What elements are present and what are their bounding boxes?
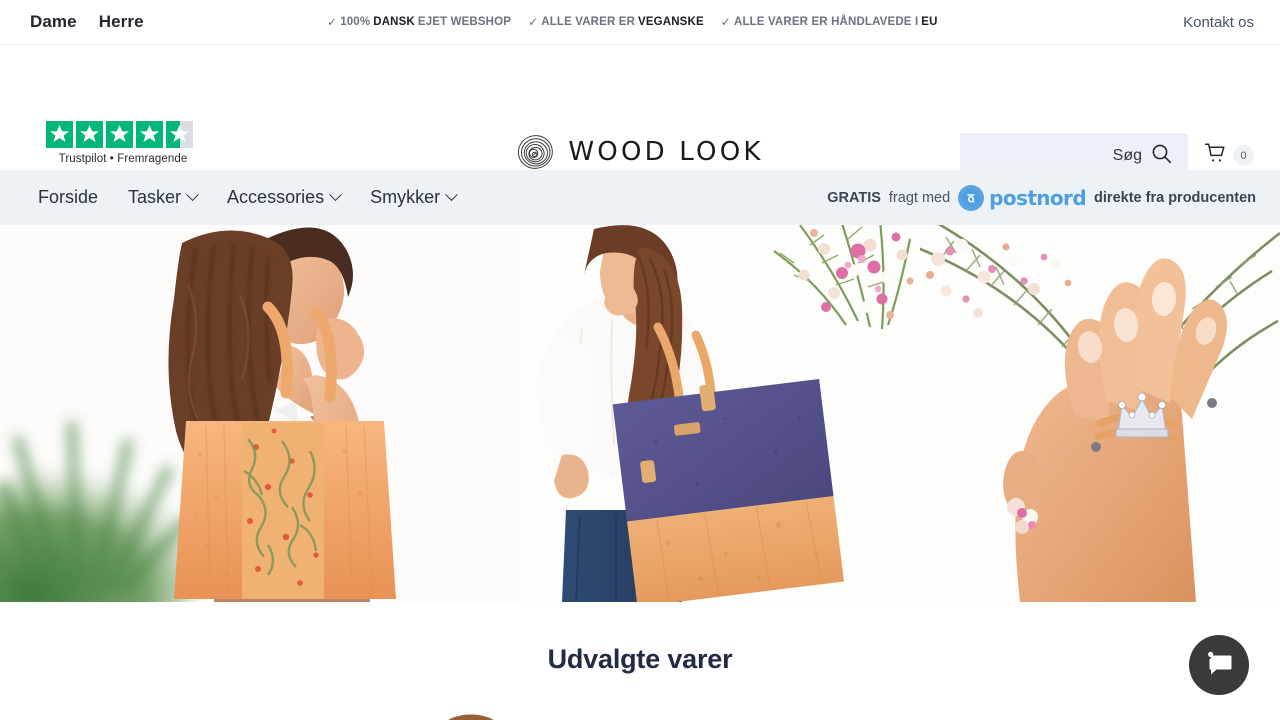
nav-item-list: Forside Tasker Accessories Smykker: [36, 183, 458, 212]
star-icon-3: [106, 121, 133, 148]
nav-item-tasker[interactable]: Tasker: [126, 183, 199, 212]
wood-rings-logo-icon: [516, 133, 554, 171]
usp-text-post: EJET WEBSHOP: [417, 16, 512, 28]
cart-count-badge: 0: [1233, 145, 1254, 166]
usp-text-pre: ALLE VARER ER HÅNDLAVEDE I: [734, 16, 919, 28]
search-label: Søg: [1112, 146, 1142, 164]
hero-image-crown-ring[interactable]: [920, 225, 1280, 602]
topbar-link-herre[interactable]: Herre: [99, 12, 144, 32]
nav-label: Accessories: [227, 187, 325, 207]
nav-item-forside[interactable]: Forside: [36, 183, 100, 212]
nav-item-smykker[interactable]: Smykker: [368, 183, 458, 212]
usp-text-strong: EU: [921, 16, 938, 28]
topbar-link-dame[interactable]: Dame: [30, 12, 77, 32]
check-icon: ✓: [720, 15, 731, 29]
chat-widget-button[interactable]: [1189, 635, 1249, 695]
site-logo[interactable]: WOOD LOOK: [516, 133, 763, 171]
usp-handmade-eu: ✓ ALLE VARER ER HÅNDLAVEDE I EU: [721, 15, 938, 29]
check-icon: ✓: [528, 15, 539, 29]
star-icon-5-half: [166, 121, 193, 148]
shipping-promo-post: direkte fra producenten: [1094, 189, 1256, 206]
trustpilot-widget[interactable]: Trustpilot • Fremragende: [46, 121, 200, 165]
cart-icon: [1204, 142, 1228, 169]
star-icon-1: [46, 121, 73, 148]
logo-wordmark: WOOD LOOK: [568, 137, 764, 167]
main-navigation: Forside Tasker Accessories Smykker GRATI…: [0, 170, 1280, 225]
topbar-contact: Kontakt os: [1183, 0, 1254, 44]
product-thumb-brown-bag[interactable]: [411, 698, 531, 720]
star-icon-2: [76, 121, 103, 148]
trustpilot-caption: Trustpilot • Fremragende: [58, 153, 188, 165]
site-header: Trustpilot • Fremragende WOOD LOOK Søg 0: [0, 45, 1280, 178]
usp-text-pre: 100%: [340, 16, 371, 28]
usp-text-strong: DANSK: [373, 16, 415, 28]
topbar-gender-links: Dame Herre: [30, 12, 144, 32]
top-utility-bar: Dame Herre ✓ 100% DANSK EJET WEBSHOP ✓ ALLE…: [0, 0, 1280, 45]
usp-vegan: ✓ ALLE VARER ER VEGANSKE: [528, 15, 704, 29]
postnord-horn-icon: [958, 184, 985, 211]
hero-banner: [0, 225, 1280, 602]
usp-text-pre: ALLE VARER ER: [541, 16, 636, 28]
product-thumb-navy-bag[interactable]: [749, 698, 869, 720]
product-grid: [0, 698, 1280, 720]
nav-label: Forside: [38, 187, 99, 207]
chat-bubble-icon: [1204, 649, 1234, 682]
chevron-down-icon: [186, 188, 199, 202]
topbar-usp-list: ✓ 100% DANSK EJET WEBSHOP ✓ ALLE VARER ER V…: [327, 0, 938, 44]
trustpilot-stars: [46, 121, 200, 148]
nav-label: Tasker: [128, 187, 182, 207]
shipping-promo-strong: GRATIS: [827, 189, 881, 206]
featured-products-section: Udvalgte varer: [0, 602, 1280, 720]
chevron-down-icon: [445, 188, 458, 202]
hero-image-cork-tote[interactable]: [0, 225, 520, 602]
check-icon: ✓: [327, 15, 338, 29]
usp-danish-webshop: ✓ 100% DANSK EJET WEBSHOP: [327, 15, 511, 29]
nav-item-accessories[interactable]: Accessories: [225, 183, 342, 212]
usp-text-strong: VEGANSKE: [638, 16, 704, 28]
chevron-down-icon: [329, 188, 342, 202]
search-icon[interactable]: [1151, 143, 1172, 169]
shipping-promo-banner: GRATIS fragt med postnord direkte fra pr…: [827, 184, 1256, 211]
postnord-wordmark: postnord: [989, 185, 1087, 210]
shipping-promo-pre: fragt med: [888, 189, 951, 206]
postnord-logo: postnord: [958, 184, 1087, 211]
page-title: Udvalgte varer: [547, 644, 733, 674]
nav-label: Smykker: [370, 187, 441, 207]
contact-link[interactable]: Kontakt os: [1183, 14, 1254, 31]
hero-image-purple-tote[interactable]: [520, 225, 920, 602]
star-icon-4: [136, 121, 163, 148]
